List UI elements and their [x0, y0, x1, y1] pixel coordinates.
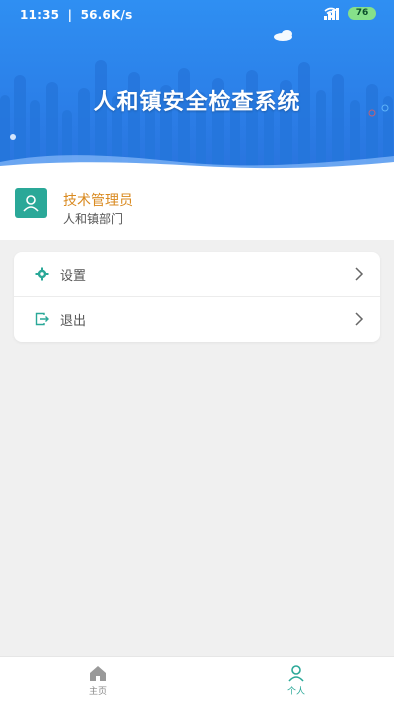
page-title: 人和镇安全检查系统: [93, 90, 301, 115]
nav-home-label: 主页: [88, 687, 107, 697]
menu-item-logout[interactable]: 退出: [14, 297, 380, 341]
profile-card: 技术管理员 人和镇部门: [0, 172, 394, 240]
avatar: [15, 188, 47, 218]
wifi-icon: [324, 7, 338, 18]
status-divider: |: [67, 8, 73, 22]
status-time: 11:35: [20, 8, 60, 22]
network-speed: 56.6K/s: [80, 8, 133, 22]
nav-home[interactable]: 主页: [58, 657, 138, 701]
bottom-navigation: 主页 个人: [0, 656, 394, 701]
battery-icon: 76: [348, 7, 376, 20]
status-left: 11:35 | 56.6K/s: [20, 8, 136, 22]
user-name: 技术管理员: [63, 193, 133, 209]
gear-icon: [35, 267, 49, 281]
menu-card: 设置 退出: [14, 252, 380, 342]
nav-profile-label: 个人: [286, 687, 305, 697]
status-bar: 11:35 | 56.6K/s 76: [0, 0, 394, 30]
home-icon: [90, 666, 106, 681]
user-icon: [288, 665, 304, 682]
status-right: 76: [324, 7, 376, 20]
logout-icon: [35, 312, 49, 326]
chevron-right-icon: [355, 312, 364, 326]
menu-item-label: 退出: [60, 313, 87, 329]
chevron-right-icon: [355, 267, 364, 281]
menu-item-label: 设置: [60, 268, 87, 284]
nav-profile[interactable]: 个人: [256, 657, 336, 701]
menu-item-settings[interactable]: 设置: [14, 252, 380, 297]
user-icon: [23, 195, 39, 212]
header-banner: 11:35 | 56.6K/s 76 人和镇安全检查系统: [0, 0, 394, 172]
user-department: 人和镇部门: [63, 212, 124, 226]
